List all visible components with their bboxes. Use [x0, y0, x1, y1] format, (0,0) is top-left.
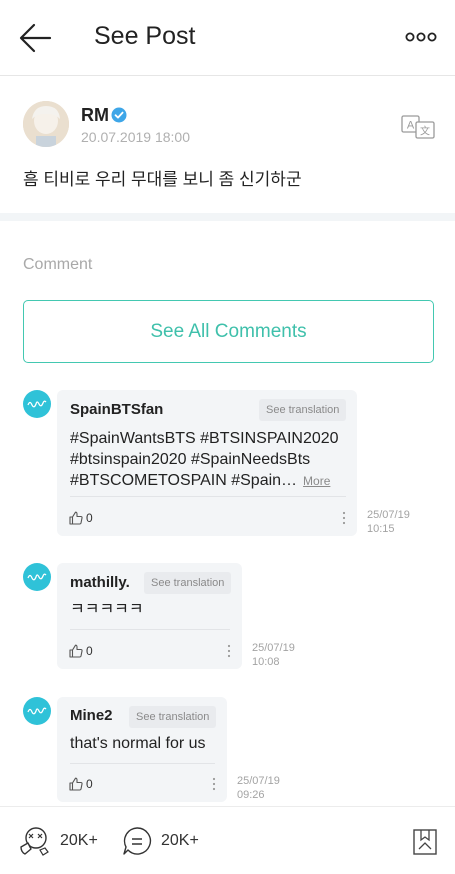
comment-text-line: #BTSCOMETOSPAIN #Spain…: [70, 472, 298, 489]
see-translation-button[interactable]: See translation: [259, 399, 347, 421]
comment-timestamp: 25/07/19 09:26: [237, 774, 280, 802]
like-cheer-icon: [20, 827, 49, 856]
comment-text-line: #btsinspain2020 #SpainNeedsBts: [70, 451, 311, 468]
kebab-menu-icon[interactable]: [341, 511, 347, 525]
page-title: See Post: [94, 22, 196, 50]
like-count: 20K+: [60, 832, 98, 849]
comment-divider: [70, 496, 346, 497]
comment-count: 20K+: [161, 832, 199, 849]
bookmark-icon[interactable]: [413, 829, 437, 855]
commenter-avatar[interactable]: [23, 390, 51, 418]
weverse-logo-icon: [27, 707, 47, 715]
post-date: 20.07.2019 18:00: [81, 129, 190, 145]
comment-card: SpainBTSfan See translation #SpainWantsB…: [57, 390, 357, 536]
author-avatar[interactable]: [23, 101, 69, 147]
see-all-comments-button[interactable]: See All Comments: [23, 300, 434, 363]
comment-divider: [70, 763, 215, 764]
see-translation-button[interactable]: See translation: [144, 572, 232, 594]
comment-date: 25/07/19: [367, 509, 410, 521]
comment-text: ㅋㅋㅋㅋㅋ: [70, 599, 144, 620]
comment-divider: [70, 629, 230, 630]
top-bar: See Post: [0, 0, 455, 76]
svg-text:A: A: [407, 120, 415, 132]
arrow-left-icon[interactable]: [18, 22, 54, 54]
section-divider: [0, 213, 455, 221]
thumbs-up-icon: [69, 511, 83, 525]
post-text: 흠 티비로 우리 무대를 보니 좀 신기하군: [23, 170, 302, 189]
author-name[interactable]: RM: [81, 105, 109, 126]
kebab-menu-icon[interactable]: [226, 644, 232, 658]
weverse-logo-icon: [27, 573, 47, 581]
post: RM 20.07.2019 18:00 A 文 흠 티비로 우리 무대를 보니 …: [0, 77, 455, 213]
comment-bubble-icon: [123, 827, 152, 855]
comment-text: #SpainWantsBTS #BTSINSPAIN2020 #btsinspa…: [70, 428, 339, 492]
verified-check-icon: [111, 107, 127, 123]
comment-card: Mine2 See translation that's normal for …: [57, 697, 227, 802]
comment-date: 25/07/19: [252, 642, 295, 654]
comment-text-line: #SpainWantsBTS #BTSINSPAIN2020: [70, 430, 339, 447]
comment-text: that's normal for us: [70, 733, 206, 754]
comment-date: 25/07/19: [237, 775, 280, 787]
like-button[interactable]: 0: [69, 644, 93, 658]
comment-time: 10:08: [252, 656, 280, 668]
author-avatar-image: [23, 101, 69, 147]
comment-time: 10:15: [367, 523, 395, 535]
commenter-name[interactable]: SpainBTSfan: [70, 401, 163, 418]
bottom-action-bar: 20K+ 20K+: [0, 806, 455, 874]
like-count: 0: [86, 644, 93, 658]
thumbs-up-icon: [69, 777, 83, 791]
like-count: 0: [86, 511, 93, 525]
commenter-avatar[interactable]: [23, 697, 51, 725]
like-count: 0: [86, 777, 93, 791]
kebab-menu-icon[interactable]: [211, 777, 217, 791]
see-translation-button[interactable]: See translation: [129, 706, 217, 728]
commenter-name[interactable]: Mine2: [70, 707, 113, 724]
thumbs-up-icon: [69, 644, 83, 658]
svg-text:文: 文: [420, 125, 430, 138]
commenter-name[interactable]: mathilly.: [70, 574, 130, 591]
like-cheer-button[interactable]: 20K+: [18, 825, 98, 857]
more-link[interactable]: More: [303, 474, 330, 488]
like-button[interactable]: 0: [69, 511, 93, 525]
comments-button[interactable]: 20K+: [121, 825, 199, 857]
comment-card: mathilly. See translation ㅋㅋㅋㅋㅋ 0: [57, 563, 242, 669]
comment-time: 09:26: [237, 789, 265, 801]
commenter-avatar[interactable]: [23, 563, 51, 591]
like-button[interactable]: 0: [69, 777, 93, 791]
translate-icon[interactable]: A 文: [401, 115, 435, 139]
comment-section-label: Comment: [23, 256, 93, 273]
comment-text-line: ㅋㅋㅋㅋㅋ: [70, 601, 144, 618]
comment-text-line: that's normal for us: [70, 735, 206, 752]
weverse-logo-icon: [27, 400, 47, 408]
comment-timestamp: 25/07/19 10:08: [252, 641, 295, 669]
comment-timestamp: 25/07/19 10:15: [367, 508, 410, 536]
more-dots-icon[interactable]: [405, 30, 437, 44]
